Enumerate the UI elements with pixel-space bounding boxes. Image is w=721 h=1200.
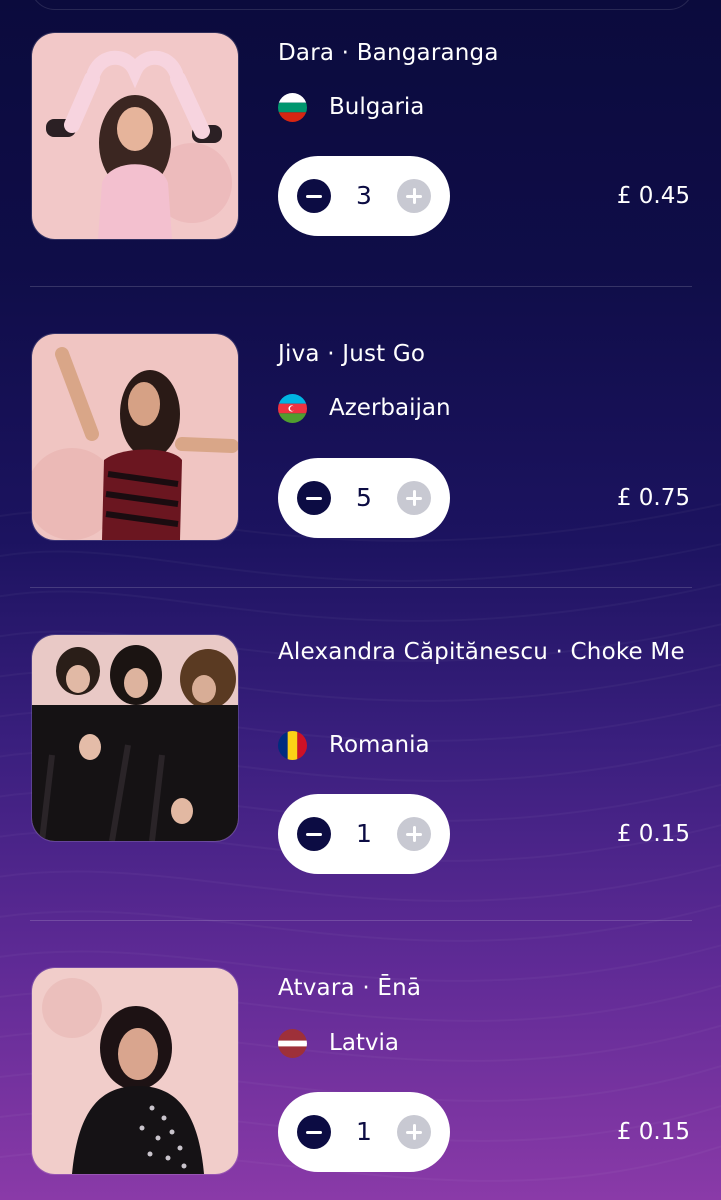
increment-button[interactable] [397, 179, 431, 213]
quantity-stepper: 5 [278, 458, 450, 538]
divider [30, 920, 692, 921]
decrement-button[interactable] [297, 481, 331, 515]
quantity-stepper: 1 [278, 1092, 450, 1172]
divider [30, 587, 692, 588]
romania-flag-icon [278, 730, 307, 760]
country-name: Romania [329, 732, 430, 758]
country: Romania [278, 730, 430, 760]
minus-icon [306, 496, 322, 500]
price: £ 0.45 [616, 183, 690, 209]
quantity-stepper: 1 [278, 794, 450, 874]
country: Latvia [278, 1028, 399, 1058]
price: £ 0.15 [616, 1119, 690, 1145]
song-title: Jiva · Just Go [278, 341, 426, 367]
latvia-flag-icon [278, 1028, 307, 1058]
quantity-value: 5 [356, 483, 372, 512]
price: £ 0.15 [616, 821, 690, 847]
country-name: Azerbaijan [329, 395, 451, 421]
top-search-pill[interactable] [30, 0, 694, 10]
decrement-button[interactable] [297, 817, 331, 851]
increment-button[interactable] [397, 817, 431, 851]
bulgaria-flag-icon [278, 92, 307, 122]
azerbaijan-flag-icon [278, 393, 307, 423]
artist-photo[interactable] [31, 967, 239, 1175]
song-title: Atvara · Ēnā [278, 975, 422, 1001]
minus-icon [306, 1130, 322, 1134]
increment-button[interactable] [397, 1115, 431, 1149]
price: £ 0.75 [616, 485, 690, 511]
quantity-value: 1 [356, 819, 372, 848]
quantity-value: 3 [356, 181, 372, 210]
quantity-value: 1 [356, 1117, 372, 1146]
quantity-stepper: 3 [278, 156, 450, 236]
country-name: Latvia [329, 1030, 400, 1056]
artist-photo[interactable] [31, 333, 239, 541]
country: Bulgaria [278, 92, 424, 122]
song-title: Dara · Bangaranga [278, 40, 499, 66]
song-title: Alexandra Căpitănescu · Choke Me [278, 639, 685, 665]
decrement-button[interactable] [297, 1115, 331, 1149]
minus-icon [306, 194, 322, 198]
minus-icon [306, 832, 322, 836]
country-name: Bulgaria [329, 94, 425, 120]
divider [30, 286, 692, 287]
artist-photo[interactable] [31, 634, 239, 842]
decrement-button[interactable] [297, 179, 331, 213]
increment-button[interactable] [397, 481, 431, 515]
country: Azerbaijan [278, 393, 451, 423]
artist-photo[interactable] [31, 32, 239, 240]
